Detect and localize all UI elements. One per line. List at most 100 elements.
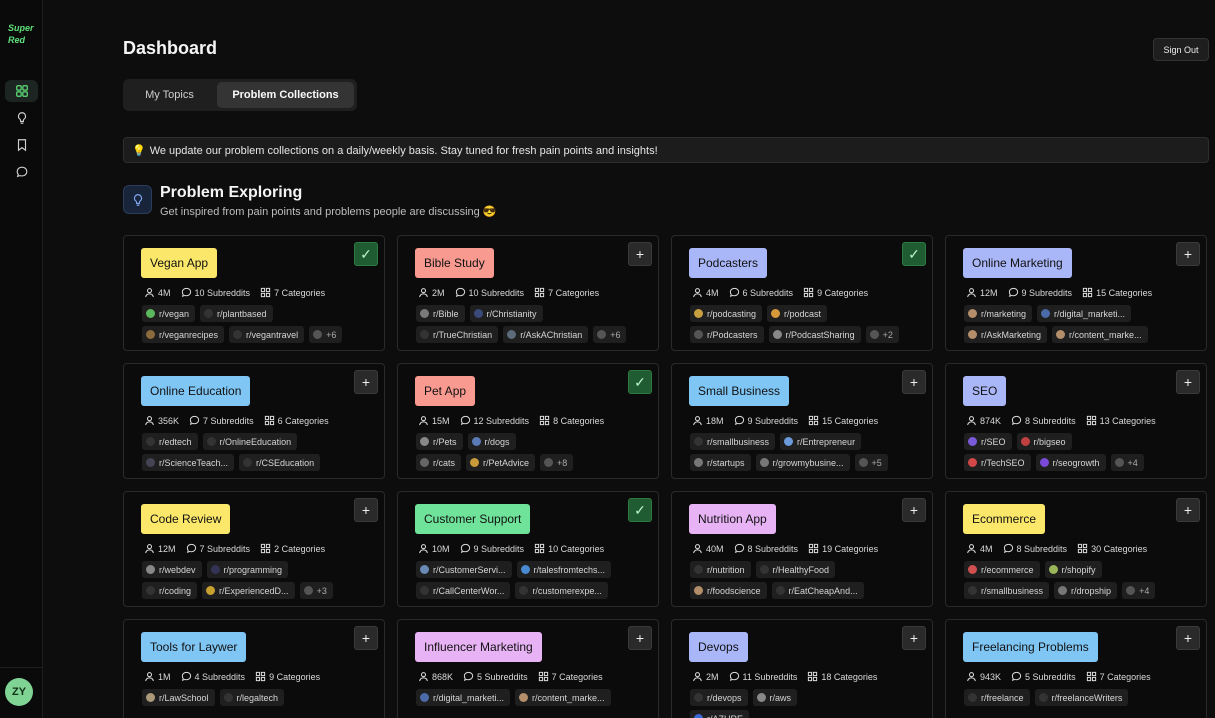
more-subreddits-chip[interactable]: +3 — [299, 582, 333, 599]
plus-icon[interactable]: + — [628, 626, 652, 650]
subreddit-chip[interactable]: r/podcast — [767, 305, 828, 322]
subreddit-chip[interactable]: r/OnlineEducation — [202, 433, 298, 450]
bookmark-nav-icon[interactable] — [5, 134, 38, 156]
subreddit-chip[interactable]: r/programming — [206, 561, 289, 578]
chat-nav-icon[interactable] — [5, 161, 38, 183]
topic-card[interactable]: Nutrition App +40M 8 Subreddits 19 Categori… — [671, 491, 933, 607]
subreddit-chip[interactable]: r/nutrition — [690, 561, 751, 578]
topic-card[interactable]: Ecommerce +4M 8 Subreddits 30 Categories r/e… — [945, 491, 1207, 607]
dashboard-nav-icon[interactable] — [5, 80, 38, 102]
sign-out-button[interactable]: Sign Out — [1153, 38, 1209, 61]
topic-card[interactable]: SEO +874K 8 Subreddits 13 Categories r/SEO r/… — [945, 363, 1207, 479]
check-icon[interactable]: ✓ — [354, 242, 378, 266]
subreddit-chip[interactable]: r/AskMarketing — [964, 326, 1048, 343]
topic-card[interactable]: Freelancing Problems +943K 5 Subreddits 7 C… — [945, 619, 1207, 718]
more-subreddits-chip[interactable]: +6 — [309, 326, 343, 343]
more-subreddits-chip[interactable]: +2 — [865, 326, 899, 343]
more-subreddits-chip[interactable]: +4 — [1122, 582, 1156, 599]
plus-icon[interactable]: + — [902, 370, 926, 394]
subreddit-chip[interactable]: r/ecommerce — [964, 561, 1040, 578]
more-subreddits-chip[interactable]: +6 — [593, 326, 627, 343]
topic-card[interactable]: Code Review +12M 7 Subreddits 2 Categories r… — [123, 491, 385, 607]
subreddit-chip[interactable]: r/vegantravel — [229, 326, 305, 343]
subreddit-chip[interactable]: r/Entrepreneur — [780, 433, 862, 450]
subreddit-chip[interactable]: r/PetAdvice — [466, 454, 536, 471]
subreddit-chip[interactable]: r/legaltech — [219, 689, 285, 706]
subreddit-chip[interactable]: r/freelance — [964, 689, 1030, 706]
subreddit-chip[interactable]: r/TechSEO — [964, 454, 1031, 471]
topic-card[interactable]: Bible Study +2M 10 Subreddits 7 Categories r… — [397, 235, 659, 351]
subreddit-chip[interactable]: r/veganrecipes — [142, 326, 225, 343]
app-logo[interactable]: Super Red — [8, 22, 40, 46]
subreddit-chip[interactable]: r/digital_marketi... — [416, 689, 511, 706]
topic-card[interactable]: Devops +2M 11 Subreddits 18 Categories r/dev… — [671, 619, 933, 718]
lightbulb-nav-icon[interactable] — [5, 107, 38, 129]
subreddit-chip[interactable]: r/CustomerServi... — [416, 561, 512, 578]
plus-icon[interactable]: + — [628, 242, 652, 266]
subreddit-chip[interactable]: r/aws — [752, 689, 798, 706]
subreddit-chip[interactable]: r/Bible — [416, 305, 465, 322]
subreddit-chip[interactable]: r/AZURE — [690, 710, 749, 718]
subreddit-chip[interactable]: r/dogs — [467, 433, 516, 450]
subreddit-chip[interactable]: r/growmybusine... — [755, 454, 850, 471]
subreddit-chip[interactable]: r/CallCenterWor... — [416, 582, 511, 599]
subreddit-chip[interactable]: r/devops — [690, 689, 748, 706]
tab-problem-collections[interactable]: Problem Collections — [217, 82, 354, 108]
subreddit-chip[interactable]: r/Podcasters — [690, 326, 764, 343]
subreddit-chip[interactable]: r/content_marke... — [515, 689, 611, 706]
plus-icon[interactable]: + — [1176, 626, 1200, 650]
subreddit-chip[interactable]: r/plantbased — [200, 305, 273, 322]
subreddit-chip[interactable]: r/ScienceTeach... — [142, 454, 235, 471]
subreddit-chip[interactable]: r/dropship — [1054, 582, 1118, 599]
subreddit-chip[interactable]: r/customerexpe... — [515, 582, 608, 599]
plus-icon[interactable]: + — [902, 498, 926, 522]
subreddit-chip[interactable]: r/marketing — [964, 305, 1033, 322]
topic-card[interactable]: Online Marketing +12M 9 Subreddits 15 Categ… — [945, 235, 1207, 351]
check-icon[interactable]: ✓ — [628, 498, 652, 522]
topic-card[interactable]: Online Education +356K 7 Subreddits 6 Categ… — [123, 363, 385, 479]
topic-card[interactable]: Podcasters ✓ 4M 6 Subreddits 9 Categories r/p… — [671, 235, 933, 351]
subreddit-chip[interactable]: r/ExperiencedD... — [202, 582, 295, 599]
more-subreddits-chip[interactable]: +5 — [854, 454, 888, 471]
subreddit-chip[interactable]: r/foodscience — [690, 582, 767, 599]
subreddit-chip[interactable]: r/Pets — [416, 433, 463, 450]
subreddit-chip[interactable]: r/bigseo — [1016, 433, 1072, 450]
plus-icon[interactable]: + — [354, 370, 378, 394]
subreddit-chip[interactable]: r/CSEducation — [239, 454, 321, 471]
subreddit-chip[interactable]: r/SEO — [964, 433, 1012, 450]
subreddit-chip[interactable]: r/HealthyFood — [755, 561, 836, 578]
subreddit-chip[interactable]: r/shopify — [1044, 561, 1102, 578]
more-subreddits-chip[interactable]: +4 — [1110, 454, 1144, 471]
subreddit-chip[interactable]: r/EatCheapAnd... — [771, 582, 864, 599]
more-subreddits-chip[interactable]: +8 — [540, 454, 574, 471]
subreddit-chip[interactable]: r/content_marke... — [1052, 326, 1148, 343]
subreddit-chip[interactable]: r/digital_marketi... — [1037, 305, 1132, 322]
plus-icon[interactable]: + — [354, 498, 378, 522]
subreddit-chip[interactable]: r/LawSchool — [142, 689, 215, 706]
subreddit-chip[interactable]: r/startups — [690, 454, 751, 471]
subreddit-chip[interactable]: r/smallbusiness — [690, 433, 776, 450]
subreddit-chip[interactable]: r/talesfromtechs... — [516, 561, 612, 578]
user-avatar[interactable]: ZY — [5, 678, 33, 706]
subreddit-chip[interactable]: r/freelanceWriters — [1034, 689, 1129, 706]
subreddit-chip[interactable]: r/smallbusiness — [964, 582, 1050, 599]
topic-card[interactable]: Small Business +18M 9 Subreddits 15 Categor… — [671, 363, 933, 479]
subreddit-chip[interactable]: r/coding — [142, 582, 198, 599]
subreddit-chip[interactable]: r/webdev — [142, 561, 202, 578]
topic-card[interactable]: Influencer Marketing +868K 5 Subreddits 7 C… — [397, 619, 659, 718]
subreddit-chip[interactable]: r/vegan — [142, 305, 196, 322]
topic-card[interactable]: Tools for Laywer +1M 4 Subreddits 9 Categor… — [123, 619, 385, 718]
plus-icon[interactable]: + — [1176, 242, 1200, 266]
plus-icon[interactable]: + — [1176, 370, 1200, 394]
subreddit-chip[interactable]: r/AskAChristian — [503, 326, 589, 343]
topic-card[interactable]: Vegan App ✓ 4M 10 Subreddits 7 Categories r/v… — [123, 235, 385, 351]
subreddit-chip[interactable]: r/edtech — [142, 433, 198, 450]
subreddit-chip[interactable]: r/Christianity — [469, 305, 543, 322]
subreddit-chip[interactable]: r/podcasting — [690, 305, 763, 322]
subreddit-chip[interactable]: r/seogrowth — [1035, 454, 1106, 471]
tab-my-topics[interactable]: My Topics — [126, 82, 213, 108]
topic-card[interactable]: Customer Support ✓ 10M 9 Subreddits 10 Categ… — [397, 491, 659, 607]
topic-card[interactable]: Pet App ✓ 15M 12 Subreddits 8 Categories r/Pe… — [397, 363, 659, 479]
subreddit-chip[interactable]: r/TrueChristian — [416, 326, 499, 343]
plus-icon[interactable]: + — [902, 626, 926, 650]
